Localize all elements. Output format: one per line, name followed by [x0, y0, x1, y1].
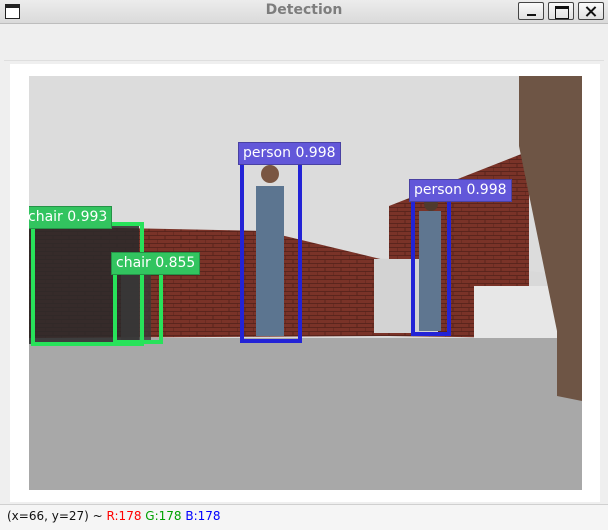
chair-detection-box[interactable]	[113, 268, 163, 344]
pixel-red-value: R:178	[106, 509, 142, 523]
minimize-button[interactable]	[518, 2, 544, 20]
pixel-green-value: G:178	[145, 509, 182, 523]
toolbar-area	[4, 25, 604, 61]
person-detection-label: person 0.998	[238, 142, 341, 165]
person-detection-box[interactable]	[411, 197, 451, 336]
pixel-coordinates: (x=66, y=27) ~	[7, 509, 103, 523]
close-button[interactable]	[578, 2, 604, 20]
title-bar: Detection	[0, 0, 608, 24]
maximize-button[interactable]	[548, 2, 574, 20]
person-detection-label: person 0.998	[409, 179, 512, 202]
status-bar: (x=66, y=27) ~ R:178 G:178 B:178	[0, 504, 608, 530]
window-title: Detection	[265, 2, 343, 18]
image-panel: chair 0.993 chair 0.855 person 0.998 per…	[10, 64, 600, 502]
chair-detection-label: chair 0.993	[29, 206, 113, 229]
person-detection-box[interactable]	[240, 160, 302, 343]
camera-image[interactable]: chair 0.993 chair 0.855 person 0.998 per…	[29, 76, 582, 490]
pixel-blue-value: B:178	[185, 509, 221, 523]
chair-detection-label: chair 0.855	[111, 252, 201, 275]
